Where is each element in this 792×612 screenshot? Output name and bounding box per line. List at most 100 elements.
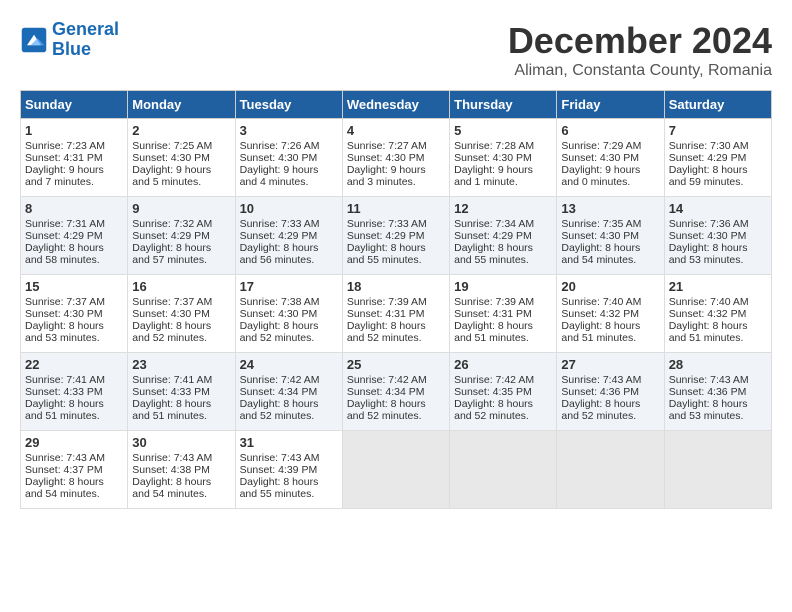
day-info-line: and 54 minutes. [132,488,230,500]
day-number: 15 [25,279,123,294]
week-row-1: 1Sunrise: 7:23 AMSunset: 4:31 PMDaylight… [21,119,772,197]
calendar-cell: 3Sunrise: 7:26 AMSunset: 4:30 PMDaylight… [235,119,342,197]
day-number: 16 [132,279,230,294]
day-info-line: Sunset: 4:34 PM [240,386,338,398]
calendar-cell: 10Sunrise: 7:33 AMSunset: 4:29 PMDayligh… [235,197,342,275]
day-info-line: Sunrise: 7:34 AM [454,218,552,230]
day-info-line: and 58 minutes. [25,254,123,266]
calendar-cell: 26Sunrise: 7:42 AMSunset: 4:35 PMDayligh… [450,353,557,431]
day-info-line: Sunset: 4:34 PM [347,386,445,398]
day-info-line: Sunrise: 7:43 AM [25,452,123,464]
calendar-cell: 30Sunrise: 7:43 AMSunset: 4:38 PMDayligh… [128,431,235,509]
day-info-line: Sunrise: 7:43 AM [669,374,767,386]
title-block: December 2024 Aliman, Constanta County, … [508,20,772,80]
day-info-line: and 52 minutes. [347,410,445,422]
day-info-line: Sunset: 4:35 PM [454,386,552,398]
day-info-line: Sunset: 4:36 PM [669,386,767,398]
day-info-line: Sunrise: 7:28 AM [454,140,552,152]
day-info-line: Daylight: 8 hours [347,320,445,332]
day-info-line: Sunrise: 7:31 AM [25,218,123,230]
calendar-header-row: SundayMondayTuesdayWednesdayThursdayFrid… [21,91,772,119]
day-info-line: Sunrise: 7:26 AM [240,140,338,152]
calendar-cell: 15Sunrise: 7:37 AMSunset: 4:30 PMDayligh… [21,275,128,353]
logo-line2: Blue [52,39,91,59]
month-title: December 2024 [508,20,772,62]
day-info-line: and 51 minutes. [669,332,767,344]
calendar-cell: 13Sunrise: 7:35 AMSunset: 4:30 PMDayligh… [557,197,664,275]
day-info-line: Sunrise: 7:42 AM [240,374,338,386]
day-info-line: Daylight: 8 hours [669,242,767,254]
day-info-line: Sunrise: 7:41 AM [25,374,123,386]
calendar-cell: 18Sunrise: 7:39 AMSunset: 4:31 PMDayligh… [342,275,449,353]
day-info-line: Sunset: 4:30 PM [240,152,338,164]
day-info-line: Sunrise: 7:27 AM [347,140,445,152]
calendar-cell: 24Sunrise: 7:42 AMSunset: 4:34 PMDayligh… [235,353,342,431]
week-row-3: 15Sunrise: 7:37 AMSunset: 4:30 PMDayligh… [21,275,772,353]
day-number: 19 [454,279,552,294]
calendar-cell: 7Sunrise: 7:30 AMSunset: 4:29 PMDaylight… [664,119,771,197]
day-info-line: Sunrise: 7:25 AM [132,140,230,152]
day-info-line: Daylight: 8 hours [669,320,767,332]
day-info-line: and 55 minutes. [240,488,338,500]
calendar-cell: 8Sunrise: 7:31 AMSunset: 4:29 PMDaylight… [21,197,128,275]
day-info-line: Sunset: 4:30 PM [25,308,123,320]
day-info-line: Sunrise: 7:43 AM [240,452,338,464]
day-info-line: Daylight: 8 hours [561,320,659,332]
day-info-line: Daylight: 8 hours [347,398,445,410]
logo-line1: General [52,19,119,39]
day-info-line: Sunrise: 7:43 AM [132,452,230,464]
column-header-wednesday: Wednesday [342,91,449,119]
day-number: 2 [132,123,230,138]
day-info-line: Sunset: 4:30 PM [347,152,445,164]
day-info-line: Sunset: 4:37 PM [25,464,123,476]
day-info-line: Sunset: 4:32 PM [669,308,767,320]
calendar-cell: 12Sunrise: 7:34 AMSunset: 4:29 PMDayligh… [450,197,557,275]
day-info-line: Sunset: 4:29 PM [669,152,767,164]
day-info-line: and 52 minutes. [240,332,338,344]
day-info-line: and 55 minutes. [347,254,445,266]
calendar-cell: 9Sunrise: 7:32 AMSunset: 4:29 PMDaylight… [128,197,235,275]
day-info-line: Sunset: 4:32 PM [561,308,659,320]
day-info-line: Sunrise: 7:41 AM [132,374,230,386]
day-info-line: Daylight: 8 hours [25,398,123,410]
day-info-line: Sunrise: 7:33 AM [347,218,445,230]
day-info-line: Daylight: 8 hours [454,398,552,410]
day-number: 29 [25,435,123,450]
day-info-line: Sunrise: 7:32 AM [132,218,230,230]
day-info-line: Sunset: 4:30 PM [561,152,659,164]
day-number: 6 [561,123,659,138]
day-info-line: and 4 minutes. [240,176,338,188]
calendar-cell: 22Sunrise: 7:41 AMSunset: 4:33 PMDayligh… [21,353,128,431]
column-header-tuesday: Tuesday [235,91,342,119]
day-number: 21 [669,279,767,294]
calendar-cell [450,431,557,509]
calendar-cell: 2Sunrise: 7:25 AMSunset: 4:30 PMDaylight… [128,119,235,197]
calendar-cell: 4Sunrise: 7:27 AMSunset: 4:30 PMDaylight… [342,119,449,197]
day-info-line: Sunrise: 7:42 AM [347,374,445,386]
day-number: 25 [347,357,445,372]
day-info-line: Daylight: 8 hours [132,320,230,332]
day-number: 23 [132,357,230,372]
day-number: 28 [669,357,767,372]
day-number: 14 [669,201,767,216]
day-info-line: Sunset: 4:33 PM [25,386,123,398]
day-info-line: Sunrise: 7:39 AM [454,296,552,308]
day-info-line: and 55 minutes. [454,254,552,266]
calendar-cell: 29 Sunrise: 7:43 AMSunset: 4:37 PMDayligh… [21,431,128,509]
day-info-line: Daylight: 8 hours [25,476,123,488]
day-number: 20 [561,279,659,294]
day-info-line: and 59 minutes. [669,176,767,188]
day-info-line: Sunrise: 7:29 AM [561,140,659,152]
day-info-line: Sunset: 4:29 PM [25,230,123,242]
day-info-line: and 52 minutes. [240,410,338,422]
day-info-line: and 1 minute. [454,176,552,188]
calendar-cell: 20Sunrise: 7:40 AMSunset: 4:32 PMDayligh… [557,275,664,353]
day-info-line: Daylight: 9 hours [454,164,552,176]
day-number: 1 [25,123,123,138]
day-info-line: Daylight: 9 hours [561,164,659,176]
calendar-cell: 1Sunrise: 7:23 AMSunset: 4:31 PMDaylight… [21,119,128,197]
column-header-friday: Friday [557,91,664,119]
column-header-sunday: Sunday [21,91,128,119]
day-info-line: Sunset: 4:38 PM [132,464,230,476]
day-info-line: Sunset: 4:39 PM [240,464,338,476]
